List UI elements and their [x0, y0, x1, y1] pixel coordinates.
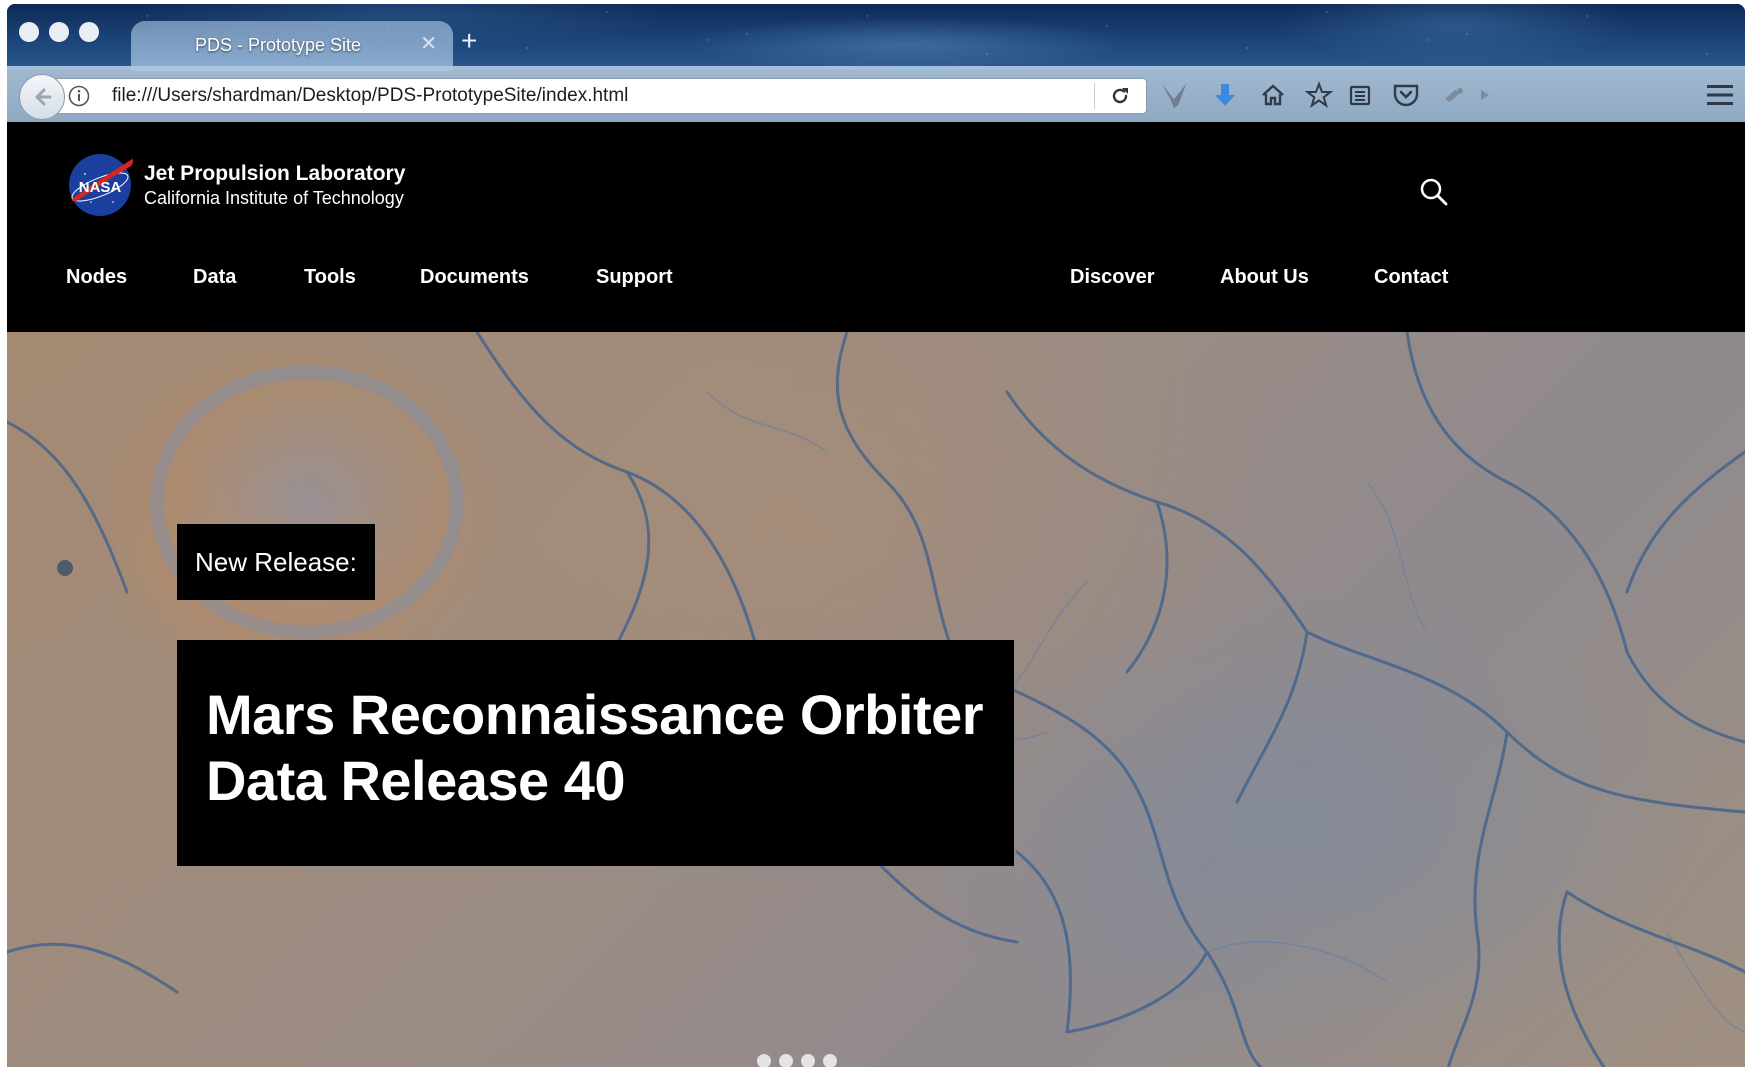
bird-icon[interactable]: [1159, 80, 1189, 110]
new-release-label-text: New Release:: [195, 546, 357, 577]
close-window-button[interactable]: [19, 22, 39, 42]
hero-banner[interactable]: New Release: Mars Reconnaissance Orbiter…: [7, 332, 1745, 1067]
hero-headline[interactable]: Mars Reconnaissance Orbiter Data Release…: [206, 682, 996, 814]
svg-text:NASA: NASA: [79, 179, 122, 196]
new-tab-button[interactable]: +: [461, 26, 477, 56]
home-icon[interactable]: [1258, 80, 1288, 110]
pocket-icon[interactable]: [1391, 80, 1421, 110]
reading-list-icon[interactable]: [1345, 80, 1375, 110]
carousel-dot[interactable]: [801, 1054, 815, 1067]
org-name[interactable]: Jet Propulsion Laboratory: [144, 162, 405, 186]
menu-icon[interactable]: [1705, 82, 1735, 108]
back-arrow-icon: [35, 88, 52, 106]
bookmark-star-icon[interactable]: [1304, 80, 1334, 110]
toolbar-overflow[interactable]: [1477, 80, 1493, 110]
carousel-dot[interactable]: [779, 1054, 793, 1067]
nav-item-data[interactable]: Data: [193, 266, 236, 289]
extension-icon[interactable]: [1439, 80, 1469, 110]
browser-window: PDS - Prototype Site ✕ + file:///Users/s…: [7, 4, 1745, 1067]
browser-tab-strip: PDS - Prototype Site ✕ +: [7, 4, 1745, 71]
nav-item-contact[interactable]: Contact: [1374, 266, 1448, 289]
tab-title: PDS - Prototype Site: [195, 35, 362, 55]
nav-item-support[interactable]: Support: [596, 266, 673, 289]
search-icon[interactable]: [1419, 177, 1449, 207]
site-header: NASA Jet Propulsion Laboratory Californi…: [7, 122, 1745, 332]
minimize-window-button[interactable]: [49, 22, 69, 42]
back-button[interactable]: [19, 74, 65, 120]
nav-item-discover[interactable]: Discover: [1070, 266, 1155, 289]
nav-item-nodes[interactable]: Nodes: [66, 266, 127, 289]
nav-item-tools[interactable]: Tools: [304, 266, 356, 289]
close-icon[interactable]: ✕: [420, 31, 437, 56]
reload-icon[interactable]: [1108, 84, 1132, 108]
org-subtitle: California Institute of Technology: [144, 188, 404, 208]
info-icon[interactable]: [68, 85, 90, 107]
url-bar[interactable]: file:///Users/shardman/Desktop/PDS-Proto…: [53, 78, 1147, 114]
hero-headline-box[interactable]: Mars Reconnaissance Orbiter Data Release…: [177, 640, 1014, 866]
carousel-indicators: [757, 1054, 837, 1067]
browser-tab-active[interactable]: PDS - Prototype Site ✕: [131, 21, 453, 71]
carousel-dot[interactable]: [823, 1054, 837, 1067]
url-text[interactable]: file:///Users/shardman/Desktop/PDS-Proto…: [112, 85, 628, 107]
nav-item-about-us[interactable]: About Us: [1220, 266, 1309, 289]
zoom-window-button[interactable]: [79, 22, 99, 42]
nasa-logo[interactable]: NASA: [67, 152, 133, 218]
nav-item-documents[interactable]: Documents: [420, 266, 529, 289]
download-icon[interactable]: [1210, 80, 1240, 110]
browser-toolbar: file:///Users/shardman/Desktop/PDS-Proto…: [7, 66, 1745, 126]
new-release-label: New Release:: [177, 524, 375, 600]
carousel-dot[interactable]: [757, 1054, 771, 1067]
